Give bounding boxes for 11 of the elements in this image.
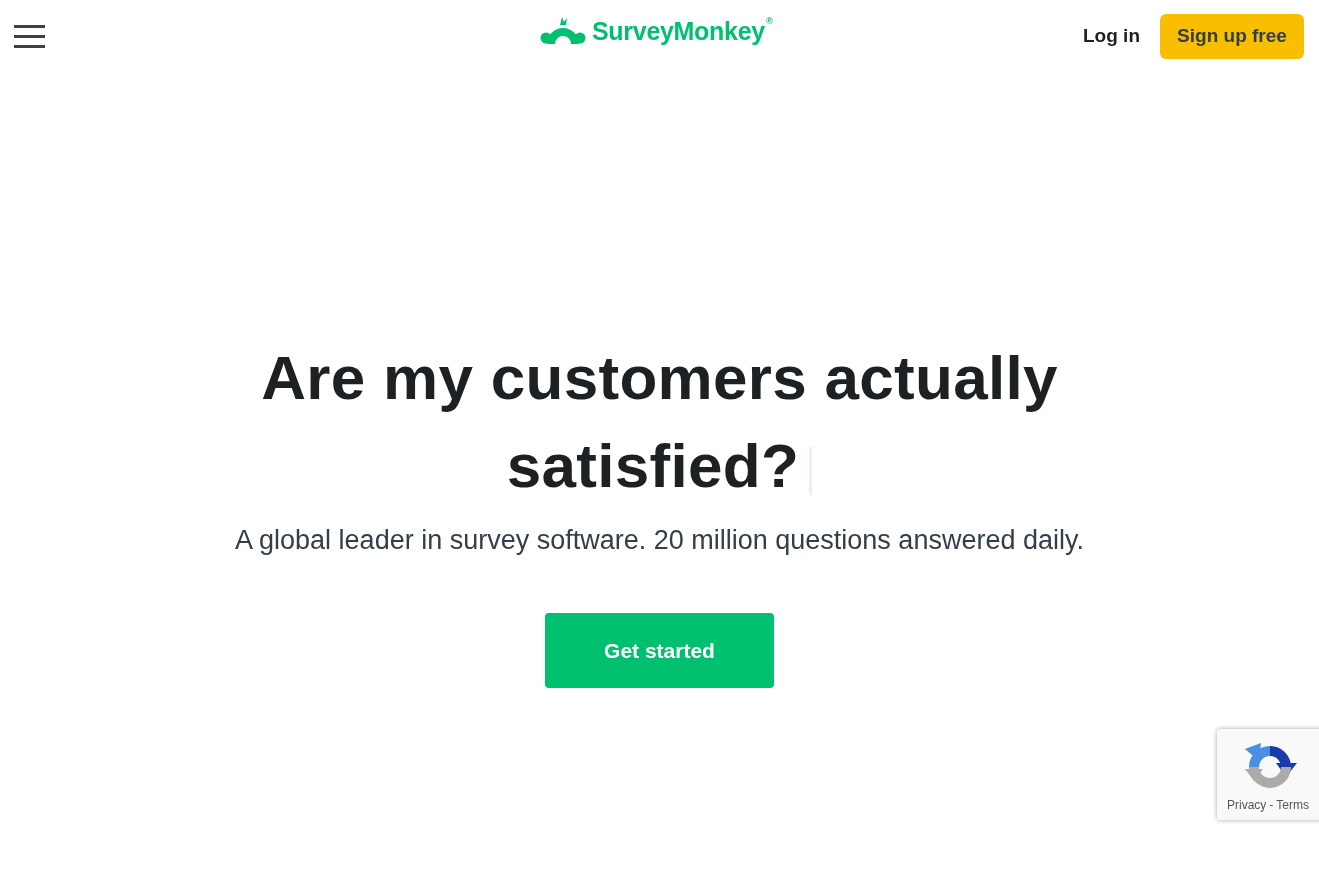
signup-button[interactable]: Sign up free	[1160, 14, 1304, 59]
hero-title: Are my customers actually satisfied?	[260, 342, 1059, 502]
logo-text: SurveyMonkey$^{®}$	[592, 19, 773, 44]
privacy-link[interactable]: Privacy	[1227, 799, 1267, 811]
menu-button[interactable]	[14, 25, 45, 48]
hero-subtitle: A global leader in survey software. 20 million questions answered daily.	[235, 524, 1084, 557]
logo-icon	[540, 16, 586, 47]
login-link[interactable]: Log in	[1083, 22, 1140, 51]
link-separator: -	[1269, 799, 1274, 811]
menu-icon	[14, 25, 45, 48]
terms-link[interactable]: Terms	[1276, 799, 1309, 811]
